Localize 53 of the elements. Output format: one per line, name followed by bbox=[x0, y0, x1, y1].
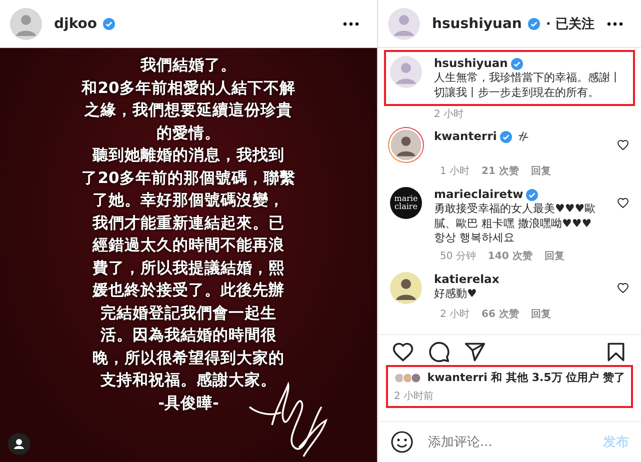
like-icon[interactable] bbox=[392, 340, 414, 362]
comment-time: 2 小时 bbox=[434, 108, 464, 121]
verified-icon bbox=[526, 188, 538, 200]
post-time: 2 小时前 bbox=[394, 390, 435, 402]
username[interactable]: hsushiyuan bbox=[434, 56, 508, 71]
username[interactable]: djkoo bbox=[54, 16, 97, 32]
post-text-line: 的愛情。 bbox=[156, 122, 220, 144]
follow-status[interactable]: · 已关注 bbox=[546, 14, 594, 32]
post-text-line: 和20多年前相愛的人結下不解 bbox=[82, 78, 296, 98]
avatar[interactable] bbox=[10, 8, 42, 40]
comment-text: 好感動♥ bbox=[434, 286, 478, 301]
post-text-line: 之緣，我們想要延續這份珍貴 bbox=[84, 100, 292, 121]
likes-summary[interactable]: kwanterri 和 其他 3.5万 位用户 赞了 bbox=[427, 370, 625, 385]
like-icon[interactable] bbox=[617, 139, 629, 151]
post-text-line: -具俊曄- bbox=[158, 392, 219, 414]
post-text-line: 活。因為我結婚的時間很 bbox=[100, 325, 276, 346]
more-icon[interactable] bbox=[607, 22, 623, 26]
avatar bbox=[390, 272, 422, 304]
username[interactable]: kwanterri bbox=[434, 129, 497, 144]
post-text-line: 媛也終於接受了。此後先辦 bbox=[92, 280, 284, 301]
post-text-line: 支持和祝福。感謝大家。 bbox=[100, 370, 276, 391]
comment-time: 50 分钟 bbox=[440, 250, 476, 262]
user-tag-icon[interactable] bbox=[8, 433, 30, 455]
like-count: 21 次赞 bbox=[482, 164, 519, 178]
story-ring[interactable] bbox=[388, 127, 424, 163]
post-text-line: 了20多年前的那個號碼，聯繫 bbox=[82, 168, 296, 188]
caption-text: 人生無常，我珍惜當下的幸福。感謝丨切讓我丨步一步走到現在的所有。 bbox=[434, 71, 622, 100]
post-text-line: 了她。幸好那個號碼沒變， bbox=[92, 190, 284, 211]
story-ring[interactable] bbox=[388, 270, 424, 306]
more-icon[interactable] bbox=[343, 22, 359, 26]
post-text-line: 我們結婚了。 bbox=[140, 55, 236, 76]
like-count: 140 次赞 bbox=[488, 250, 532, 262]
post-text-line: 費了，所以我提議結婚，熙 bbox=[92, 258, 284, 278]
like-icon[interactable] bbox=[617, 282, 629, 294]
username[interactable]: hsushiyuan bbox=[432, 16, 522, 32]
post-text-line: 我們才能重新連結起來。已 bbox=[92, 212, 284, 234]
comment-input[interactable]: 添加评论... bbox=[426, 434, 591, 450]
post-text-line: 聽到她離婚的消息，我找到 bbox=[92, 145, 284, 166]
share-icon[interactable] bbox=[464, 340, 486, 362]
bookmark-icon[interactable] bbox=[605, 340, 627, 362]
avatar bbox=[389, 128, 423, 162]
post-text-line: 晚，所以很希望得到大家的 bbox=[92, 348, 284, 368]
like-icon[interactable] bbox=[617, 197, 629, 209]
post-text-line: 完結婚登記我們會一起生 bbox=[100, 302, 276, 324]
comment-icon[interactable] bbox=[428, 340, 450, 362]
username[interactable]: marieclairetw bbox=[434, 187, 524, 202]
username[interactable]: katierelax bbox=[434, 272, 500, 286]
comment-text: 勇敢接受幸福的女人最美♥♥♥歐膩、歐巴 粗卡嘿 撒浪嘿呦♥♥♥ 항상 행복하세요 bbox=[434, 202, 597, 246]
verified-icon bbox=[500, 130, 512, 142]
like-count: 66 次赞 bbox=[482, 308, 519, 320]
comment-time: 2 小时 bbox=[440, 308, 470, 320]
post-text-line: 經錯過太久的時間不能再浪 bbox=[92, 235, 284, 256]
comment-time: 1 小时 bbox=[440, 164, 470, 178]
